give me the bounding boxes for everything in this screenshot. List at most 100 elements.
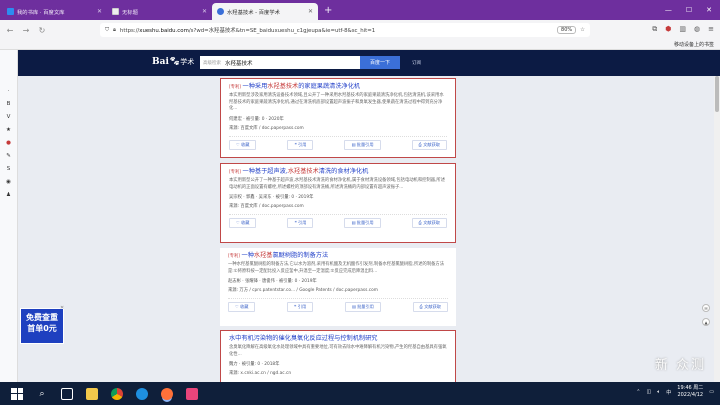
bookmark-star-icon[interactable]: ☆ [580,27,585,33]
search-input[interactable]: 水羟基技术 [225,59,253,67]
close-icon[interactable]: ✕ [202,8,207,15]
batch-cite-button[interactable]: ▤ 批量引用 [344,302,381,312]
result-abstract: 本实用新型公开了一种基于超声波,水羟基技术清洗的食材净化机,属于食材清洗设备领域… [229,178,446,190]
sidebar-icon[interactable]: V [4,114,14,120]
input-language[interactable]: 中 [666,389,671,396]
back-icon[interactable]: ← [5,26,15,35]
cite-button[interactable]: ❝ 引用 [287,218,314,228]
window-controls: — ☐ ✕ [665,0,720,20]
clock[interactable]: 19:46 周二 2022/4/12 [677,385,703,399]
batch-cite-button[interactable]: ▤ 批量引用 [344,139,381,150]
favorite-button[interactable]: ♡ 收藏 [229,218,257,228]
favorite-button[interactable]: ♡ 收藏 [229,139,257,150]
chrome-icon[interactable] [111,387,123,400]
tab-wenku[interactable]: 我的书库 · 百度文库 ✕ [2,3,107,20]
maximize-icon[interactable]: ☐ [686,6,692,14]
batch-cite-button[interactable]: ▤ 批量引用 [344,218,381,228]
forward-icon[interactable]: → [21,26,31,35]
windows-start-icon[interactable] [11,387,23,400]
baidu-xueshu-logo[interactable]: Bai🐾︎学术 [152,57,194,67]
new-tab-button[interactable]: + [318,3,338,20]
tab-label: 我的书库 · 百度文库 [17,9,65,16]
baidu-paw-icon [217,8,224,15]
tray-up-icon[interactable]: ⌃ [636,389,640,395]
extension-icon[interactable]: ⬢ [665,25,671,34]
cite-button[interactable]: ❝ 引用 [287,302,314,312]
get-document-button[interactable]: ⎙ 文献获取 [411,218,447,228]
volume-icon[interactable]: 🔈︎ [657,389,660,395]
sidebar-icon[interactable]: · [4,88,14,94]
url-text: https://xueshu.baidu.com/s?wd=水羟基技术&tn=S… [119,28,376,34]
sidebar-icon[interactable]: ★ [4,127,14,133]
result-title[interactable]: 水中有机污染物的催化臭氧化反应过程与控制机制研究 [229,335,447,343]
result-source[interactable]: 来源: 万方 / cprs.patentstar.co... / Google … [228,287,448,293]
result-meta: 赵志彬 · 张耀锋 · 唐俊伟 · 被引量: 0 · 2019年 [228,279,317,284]
close-window-icon[interactable]: ✕ [706,6,712,14]
feedback-icon[interactable]: ✉ [702,304,710,312]
zoom-level[interactable]: 80% [557,26,577,34]
result-card: [专利] 一种水羟基氯醚树脂的制备方法 一种水羟基氯醚树脂的制备方法,它以水为溶… [220,248,456,326]
search-icon[interactable]: ⌕ [36,388,48,400]
sidebar-icon[interactable]: ♟ [4,192,14,198]
get-document-button[interactable]: ⎙ 文献获取 [412,302,448,312]
shield-icon: ⛉ [105,26,110,33]
sidebar-icon[interactable]: ◉ [4,179,14,185]
network-icon[interactable]: ◫ [647,389,652,395]
search-button[interactable]: 百度一下 [360,56,400,69]
result-actions: ♡ 收藏 ❝ 引用 ▤ 批量引用 ⎙ 文献获取 [229,214,447,228]
edge-icon[interactable] [136,387,148,400]
search-box[interactable]: 高级检索 水羟基技术 [200,56,380,69]
result-title[interactable]: [专利] 一种水羟基氯醚树脂的制备方法 [228,252,448,260]
scrollbar[interactable] [714,76,720,382]
sidebar-icon[interactable]: S [4,166,14,172]
watermark: 新 众测 [654,358,706,373]
result-title[interactable]: [专利] 一种基于超声波,水羟基技术清洗的食材净化机 [229,168,447,176]
library-icon[interactable]: ▥ [679,25,686,34]
close-icon[interactable]: ✕ [97,8,102,15]
collections-icon[interactable]: ⧉ [652,25,657,34]
menu-icon[interactable]: ≡ [708,25,714,34]
result-card: [专利] 一种基于超声波,水羟基技术清洗的食材净化机 本实用新型公开了一种基于超… [220,163,456,243]
firefox-icon[interactable] [161,387,173,400]
task-view-icon[interactable] [61,387,73,400]
promo-ad[interactable]: 免费查重 首单0元 [20,308,64,344]
system-tray: ⌃ ◫ 🔈︎ 中 19:46 周二 2022/4/12 ▭ [636,385,714,399]
result-abstract: 本实用新型涉及家用清洗设备技术领域,且公开了一种采用水羟基技术的家庭果蔬清洗净化… [229,93,444,111]
results-area: [专利] 一种采用水羟基技术的家庭果蔬清洗净化机 本实用新型涉及家用清洗设备技术… [18,76,720,382]
result-actions: ♡ 收藏 ❝ 引用 ▤ 批量引用 ⎙ 文献获取 [229,135,447,150]
file-explorer-icon[interactable] [86,387,98,400]
result-source[interactable]: 来源: 百度文库 / doc.paperpass.com [229,203,447,209]
sidebar-icon[interactable]: B [4,101,14,107]
result-title[interactable]: [专利] 一种采用水羟基技术的家庭果蔬清洗净化机 [229,83,447,91]
app-icon[interactable] [186,387,198,400]
ad-close-icon[interactable]: ✕ [60,305,64,311]
subscribe-link[interactable]: 订阅 [412,60,421,66]
minimize-icon[interactable]: — [665,6,672,14]
close-icon[interactable]: ✕ [308,8,313,15]
result-actions: ♡ 收藏 ❝ 引用 ▤ 批量引用 ⎙ 文献获取 [228,298,448,312]
sidebar-icon[interactable]: ● [4,140,14,146]
mobile-bookmarks[interactable]: 移动设备上的书签 [674,41,714,48]
notification-icon[interactable]: ▭ [709,389,714,395]
cite-button[interactable]: ❝ 引用 [287,139,314,150]
get-document-button[interactable]: ⎙ 文献获取 [411,139,447,150]
result-source[interactable]: 来源: x.cnki.ac.cn / ngd.ac.cn [229,370,447,376]
search-select[interactable]: 高级检索 [203,60,221,66]
tab-untitled[interactable]: 无标题 ✕ [107,3,212,20]
taskbar: ⌕ ⌃ ◫ 🔈︎ 中 19:46 周二 2022/4/12 ▭ [0,382,720,405]
back-to-top-icon[interactable]: ▲ [702,318,710,326]
tab-xueshu[interactable]: 水羟基技术 - 百度学术 ✕ [212,3,318,20]
result-abstract: 一种水羟基氯醚树脂的制备方法,它以水为溶剂,采用有机酸及无机酸作引发剂,制备水羟… [228,262,445,274]
result-source[interactable]: 来源: 百度文库 / doc.paperpass.com [229,125,447,131]
reload-icon[interactable]: ↻ [37,26,47,35]
wenku-icon [7,8,14,15]
favorite-button[interactable]: ♡ 收藏 [228,302,256,312]
address-bar[interactable]: ⛉ 🔒︎ https://xueshu.baidu.com/s?wd=水羟基技术… [100,23,590,37]
scrollbar-thumb[interactable] [715,76,719,112]
tab-label: 无标题 [122,9,138,16]
profile-icon[interactable]: ◍ [694,25,700,34]
tab-label: 水羟基技术 - 百度学术 [227,9,280,16]
sidebar-icon[interactable]: ✎ [4,153,14,159]
result-card: 水中有机污染物的催化臭氧化反应过程与控制机制研究 含臭氧化降解在高级氧化水处理领… [220,330,456,382]
floating-tools: ✉ ▲ [702,304,710,326]
